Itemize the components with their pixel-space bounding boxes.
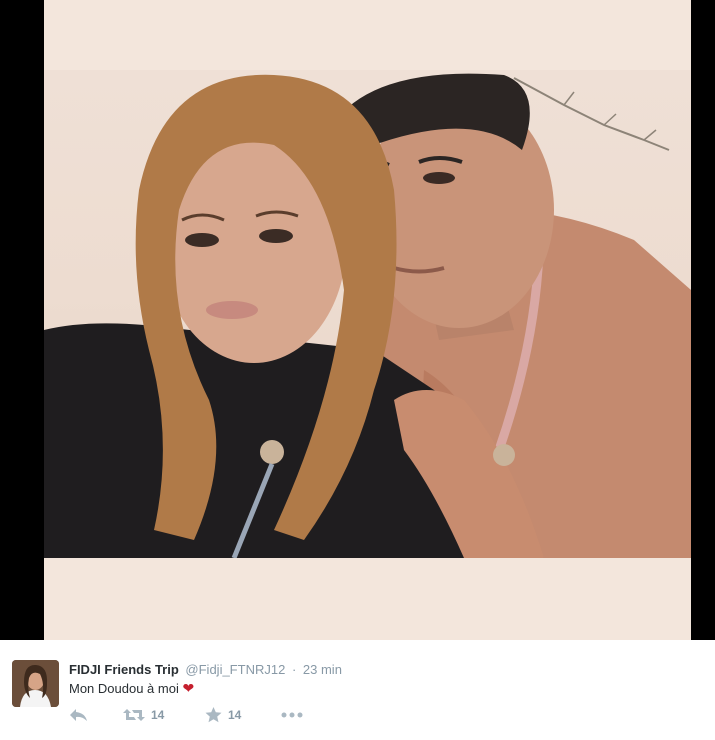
tweet-timestamp[interactable]: 23 min xyxy=(303,662,342,677)
selfie-photo[interactable] xyxy=(44,70,691,558)
meta-separator: · xyxy=(291,662,297,677)
retweet-button[interactable]: 14 xyxy=(123,706,164,724)
reply-icon xyxy=(70,709,87,721)
retweet-icon xyxy=(123,709,145,721)
avatar-illustration xyxy=(12,660,59,707)
author-name[interactable]: FIDJI Friends Trip xyxy=(69,662,179,677)
favorite-button[interactable]: 14 xyxy=(205,706,241,724)
tweet-actions: 14 14 xyxy=(69,706,369,724)
tweet-text-body: Mon Doudou à moi xyxy=(69,681,179,696)
media-canvas xyxy=(44,0,691,640)
more-icon xyxy=(281,712,303,718)
author-avatar[interactable] xyxy=(12,660,59,707)
tweet-media[interactable] xyxy=(0,0,715,640)
tweet: FIDJI Friends Trip @Fidji_FTNRJ12 · 23 m… xyxy=(0,640,715,740)
favorite-count: 14 xyxy=(228,708,242,722)
author-handle[interactable]: @Fidji_FTNRJ12 xyxy=(185,662,285,677)
tweet-text: Mon Doudou à moi ❤ xyxy=(69,679,194,698)
heart-emoji: ❤ xyxy=(182,680,195,696)
selfie-illustration xyxy=(44,73,691,558)
reply-button[interactable] xyxy=(69,706,88,724)
star-icon xyxy=(205,707,222,723)
retweet-count: 14 xyxy=(151,708,165,722)
more-button[interactable] xyxy=(281,706,303,724)
tweet-header: FIDJI Friends Trip @Fidji_FTNRJ12 · 23 m… xyxy=(69,661,342,679)
